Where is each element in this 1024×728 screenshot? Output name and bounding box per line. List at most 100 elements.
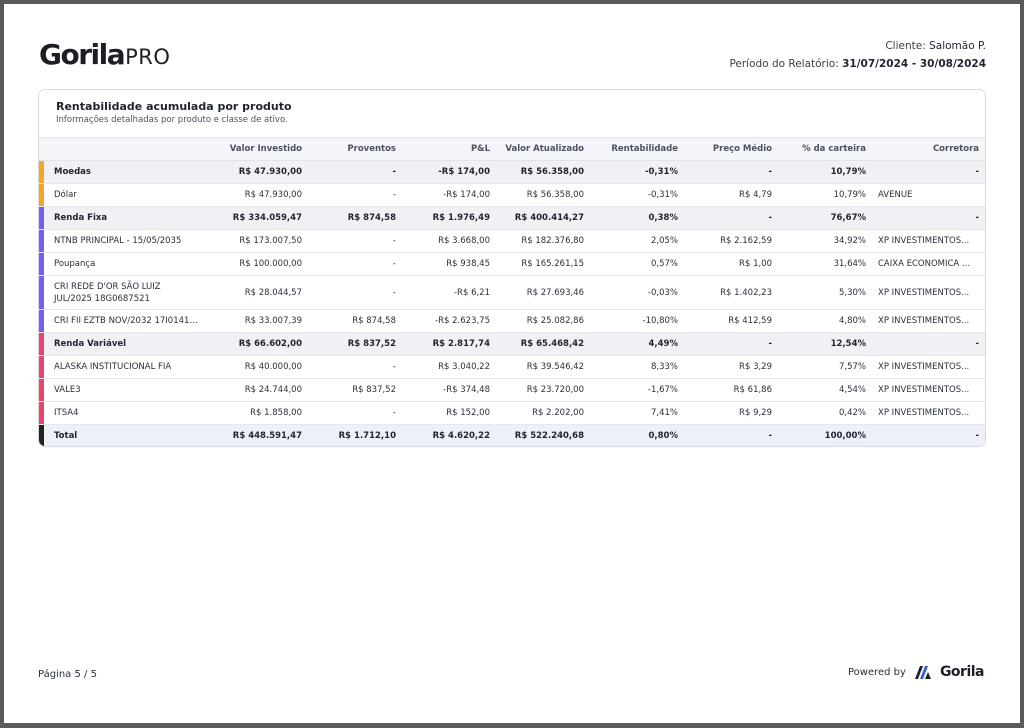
col-header: P&L <box>402 137 496 161</box>
value-cell: -0,03% <box>590 275 684 310</box>
value-cell: R$ 24.744,00 <box>204 378 308 402</box>
value-cell: XP INVESTIMENTOS... <box>872 401 985 425</box>
client-label: Cliente: <box>885 40 926 52</box>
value-cell: R$ 412,59 <box>684 309 778 333</box>
product-name-cell: CRI FII EZTB NOV/2032 17I0141643 <box>44 309 204 333</box>
period-value: 31/07/2024 - 30/08/2024 <box>842 58 986 70</box>
value-cell: R$ 100.000,00 <box>204 252 308 276</box>
value-cell: 0,38% <box>590 206 684 230</box>
table-row: CRI REDE D'OR SÃO LUIZ JUL/2025 18G06875… <box>39 275 985 310</box>
value-cell: -R$ 174,00 <box>402 183 496 207</box>
table-row: Dólar R$ 47.930,00- -R$ 174,00 R$ 56.358,00… <box>39 183 985 207</box>
value-cell: 100,00% <box>778 424 872 446</box>
value-cell: CAIXA ECONOMICA ... <box>872 252 985 276</box>
value-cell: R$ 1.976,49 <box>402 206 496 230</box>
footer-brand: Gorila <box>939 664 985 680</box>
value-cell: R$ 173.007,50 <box>204 229 308 253</box>
value-cell: - <box>684 206 778 230</box>
product-name-cell: Renda Fixa <box>44 206 204 230</box>
product-name-cell: ITSA4 <box>44 401 204 425</box>
value-cell: R$ 39.546,42 <box>496 355 590 379</box>
product-name-cell: VALE3 <box>44 378 204 402</box>
col-header: % da carteira <box>778 137 872 161</box>
value-cell: - <box>308 275 402 310</box>
product-name-cell: ALASKA INSTITUCIONAL FIA <box>44 355 204 379</box>
value-cell: R$ 2.162,59 <box>684 229 778 253</box>
value-cell: R$ 23.720,00 <box>496 378 590 402</box>
value-cell: XP INVESTIMENTOS... <box>872 229 985 253</box>
col-header: Valor Investido <box>204 137 308 161</box>
value-cell: -0,31% <box>590 183 684 207</box>
value-cell: R$ 152,00 <box>402 401 496 425</box>
product-name-cell: Dólar <box>44 183 204 207</box>
client-line: Cliente: Salomão P. <box>729 37 986 55</box>
value-cell: R$ 28.044,57 <box>204 275 308 310</box>
value-cell: XP INVESTIMENTOS... <box>872 309 985 333</box>
group-row: Renda Fixa R$ 334.059,47 R$ 874,58 R$ 1.976… <box>39 206 985 230</box>
table-row: VALE3 R$ 24.744,00 R$ 837,52 -R$ 374,48 R$ 2… <box>39 378 985 402</box>
card-subtitle: Informações detalhadas por produto e cla… <box>56 115 288 125</box>
value-cell: R$ 874,58 <box>308 309 402 333</box>
table-row: NTNB PRINCIPAL - 15/05/2035 R$ 173.007,50… <box>39 229 985 253</box>
value-cell: - <box>308 252 402 276</box>
value-cell: R$ 40.000,00 <box>204 355 308 379</box>
value-cell: R$ 837,52 <box>308 378 402 402</box>
col-header: Valor Atualizado <box>496 137 590 161</box>
value-cell: 0,57% <box>590 252 684 276</box>
value-cell: R$ 3.040,22 <box>402 355 496 379</box>
period-line: Período do Relatório: 31/07/2024 - 30/08… <box>729 55 986 73</box>
value-cell: XP INVESTIMENTOS... <box>872 275 985 310</box>
value-cell: - <box>872 332 985 356</box>
value-cell: 0,42% <box>778 401 872 425</box>
profitability-card: Rentabilidade acumulada por produto Info… <box>38 89 986 447</box>
gorila-logo-icon <box>914 664 932 680</box>
powered-by-label: Powered by <box>847 666 906 678</box>
value-cell: XP INVESTIMENTOS... <box>872 355 985 379</box>
value-cell: R$ 2.202,00 <box>496 401 590 425</box>
profitability-table: Valor Investido Proventos P&L Valor Atua… <box>39 137 985 446</box>
value-cell: R$ 334.059,47 <box>204 206 308 230</box>
value-cell: R$ 400.414,27 <box>496 206 590 230</box>
total-row: Total R$ 448.591,47 R$ 1.712,10 R$ 4.620,22… <box>39 424 985 446</box>
logo-brand: Gorila <box>39 38 126 71</box>
value-cell: R$ 1.858,00 <box>204 401 308 425</box>
table-row: ITSA4 R$ 1.858,00- R$ 152,00 R$ 2.202,00 7,4… <box>39 401 985 425</box>
value-cell: - <box>308 229 402 253</box>
value-cell: -10,80% <box>590 309 684 333</box>
value-cell: -R$ 2.623,75 <box>402 309 496 333</box>
value-cell: -R$ 374,48 <box>402 378 496 402</box>
value-cell: - <box>308 160 402 184</box>
product-name-cell: Renda Variável <box>44 332 204 356</box>
product-name-cell: Poupança <box>44 252 204 276</box>
value-cell: R$ 47.930,00 <box>204 160 308 184</box>
col-header: Rentabilidade <box>590 137 684 161</box>
card-title: Rentabilidade acumulada por produto <box>56 100 292 113</box>
col-header: Preço Médio <box>684 137 778 161</box>
value-cell: R$ 56.358,00 <box>496 183 590 207</box>
value-cell: 8,33% <box>590 355 684 379</box>
value-cell: R$ 837,52 <box>308 332 402 356</box>
value-cell: R$ 27.693,46 <box>496 275 590 310</box>
value-cell: R$ 182.376,80 <box>496 229 590 253</box>
value-cell: - <box>684 160 778 184</box>
value-cell: - <box>684 424 778 446</box>
value-cell: - <box>872 160 985 184</box>
value-cell: 2,05% <box>590 229 684 253</box>
value-cell: -0,31% <box>590 160 684 184</box>
value-cell: 0,80% <box>590 424 684 446</box>
product-name-cell: NTNB PRINCIPAL - 15/05/2035 <box>44 229 204 253</box>
value-cell: R$ 448.591,47 <box>204 424 308 446</box>
powered-by: Powered by Gorila <box>847 664 985 680</box>
table-header-row: Valor Investido Proventos P&L Valor Atua… <box>39 137 985 161</box>
group-row: Moedas R$ 47.930,00- -R$ 174,00 R$ 56.358,0… <box>39 160 985 184</box>
value-cell: -1,67% <box>590 378 684 402</box>
col-header: Proventos <box>308 137 402 161</box>
value-cell: R$ 66.602,00 <box>204 332 308 356</box>
table-row: Poupança R$ 100.000,00- R$ 938,45 R$ 165.26… <box>39 252 985 276</box>
gorila-pro-logo: GorilaPRO <box>39 38 170 71</box>
value-cell: 5,30% <box>778 275 872 310</box>
value-cell: -R$ 174,00 <box>402 160 496 184</box>
value-cell: R$ 522.240,68 <box>496 424 590 446</box>
value-cell: 34,92% <box>778 229 872 253</box>
value-cell: 10,79% <box>778 160 872 184</box>
